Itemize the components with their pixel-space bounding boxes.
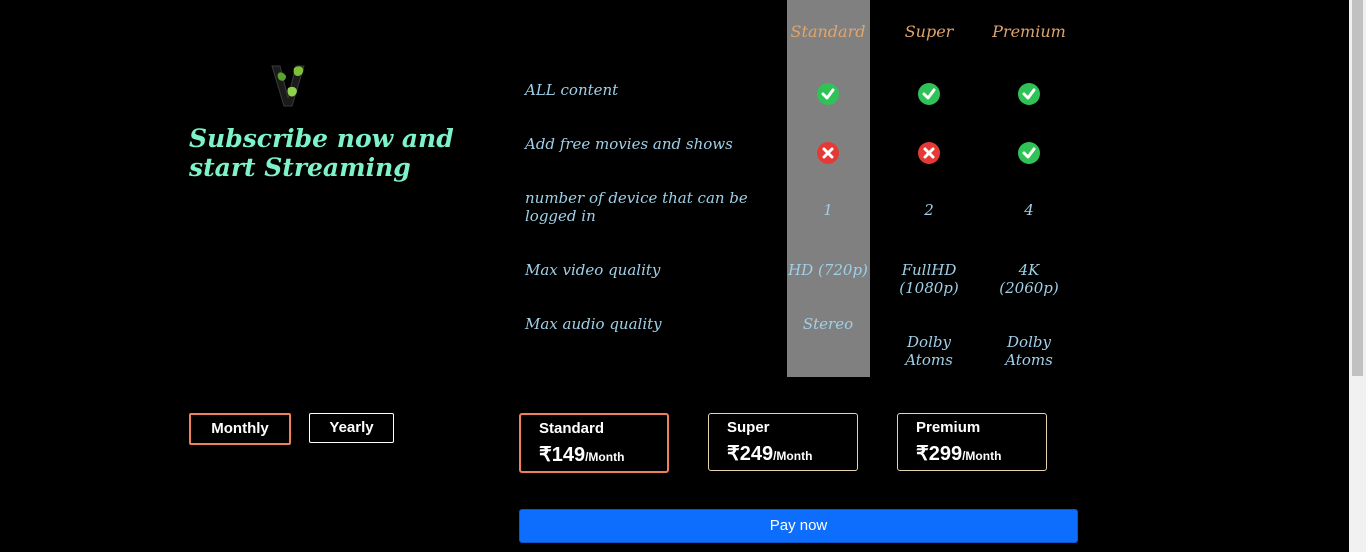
check-circle-icon [918, 83, 940, 105]
price-unit: /Month [585, 450, 625, 464]
feature-devices: number of device that can be logged in [525, 189, 748, 225]
plan-card-price: ₹299/Month [916, 441, 1001, 466]
plan-card-name: Super [727, 419, 770, 436]
pay-now-button[interactable]: Pay now [519, 509, 1078, 543]
audio-standard: Stereo [802, 315, 854, 333]
check-circle-icon [1018, 142, 1040, 164]
plan-card-name: Standard [539, 420, 605, 437]
audio-super: Dolby Atoms [905, 333, 953, 369]
devices-standard: 1 [823, 201, 833, 219]
audio-premium: Dolby Atoms [1005, 333, 1053, 369]
plan-card-standard[interactable]: Standard ₹149/Month [519, 413, 669, 473]
plan-card-price: ₹249/Month [727, 441, 812, 466]
video-super: FullHD (1080p) [899, 261, 959, 297]
page-scrollbar[interactable] [1349, 0, 1366, 552]
x-circle-icon [918, 142, 940, 164]
video-premium: 4K (2060p) [999, 261, 1059, 297]
price-value: ₹299 [916, 443, 963, 465]
plan-card-premium[interactable]: Premium ₹299/Month [897, 413, 1047, 471]
price-unit: /Month [773, 449, 813, 463]
page-headline: Subscribe now and start Streaming [189, 124, 454, 182]
devices-super: 2 [924, 201, 934, 219]
feature-all-content: ALL content [525, 81, 619, 99]
brand-logo-icon [266, 62, 310, 108]
plan-card-name: Premium [916, 419, 981, 436]
plan-card-super[interactable]: Super ₹249/Month [708, 413, 858, 471]
price-value: ₹249 [727, 443, 774, 465]
billing-monthly-button[interactable]: Monthly [189, 413, 291, 445]
plan-header-standard: Standard [790, 22, 866, 41]
check-circle-icon [817, 83, 839, 105]
check-circle-icon [1018, 83, 1040, 105]
plan-header-premium: Premium [992, 22, 1066, 41]
feature-audio-quality: Max audio quality [525, 315, 662, 333]
x-circle-icon [817, 142, 839, 164]
plan-header-super: Super [904, 22, 954, 41]
price-unit: /Month [962, 449, 1002, 463]
feature-video-quality: Max video quality [525, 261, 661, 279]
scrollbar-thumb[interactable] [1352, 0, 1363, 376]
feature-ad-free: Add free movies and shows [525, 135, 733, 153]
price-value: ₹149 [539, 444, 586, 466]
plan-card-price: ₹149/Month [539, 442, 624, 467]
billing-yearly-button[interactable]: Yearly [309, 413, 394, 443]
video-standard: HD (720p) [788, 261, 868, 279]
devices-premium: 4 [1024, 201, 1034, 219]
